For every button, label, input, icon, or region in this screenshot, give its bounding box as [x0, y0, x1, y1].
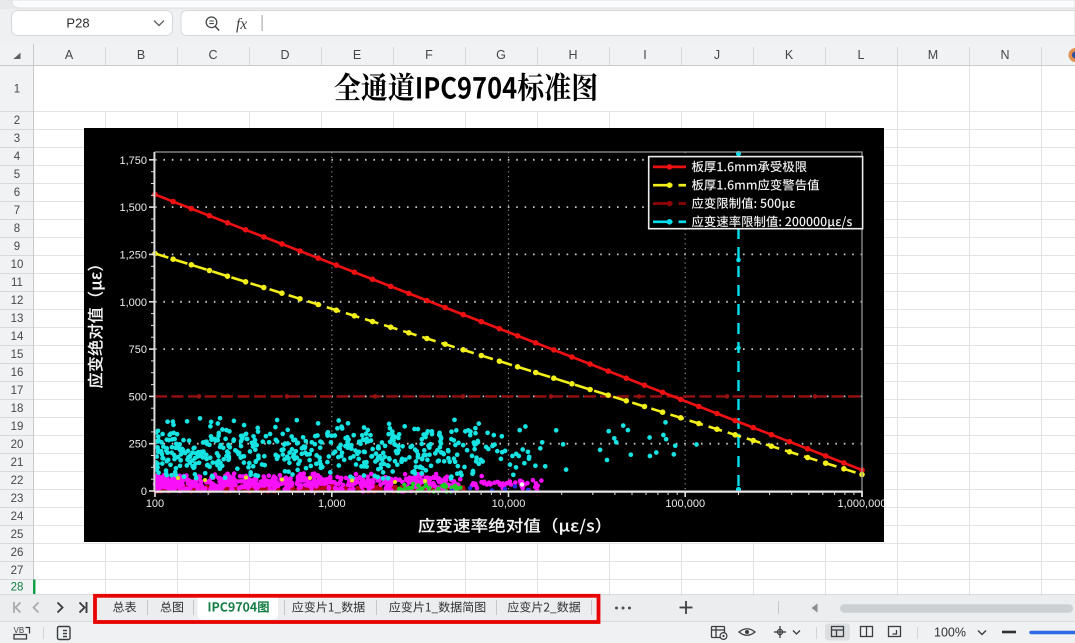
svg-text:19: 19	[11, 421, 24, 433]
svg-text:27: 27	[11, 565, 24, 577]
svg-text:250: 250	[129, 439, 147, 451]
svg-text:14: 14	[11, 331, 24, 343]
svg-text:B: B	[137, 48, 145, 62]
svg-text:1,250: 1,250	[119, 249, 147, 261]
svg-text:0: 0	[141, 486, 147, 498]
svg-text:8: 8	[14, 223, 20, 235]
svg-text:20: 20	[11, 439, 24, 451]
svg-text:22: 22	[11, 475, 24, 487]
svg-text:E: E	[353, 48, 361, 62]
svg-text:H: H	[568, 48, 577, 62]
svg-text:7: 7	[14, 205, 20, 217]
svg-text:1,000,000: 1,000,000	[838, 498, 887, 510]
svg-text:25: 25	[11, 529, 24, 541]
svg-text:1,000: 1,000	[318, 498, 346, 510]
svg-text:A: A	[65, 48, 74, 62]
svg-text:M: M	[928, 48, 938, 62]
svg-text:L: L	[858, 48, 865, 62]
svg-text:5: 5	[14, 169, 20, 181]
svg-text:750: 750	[129, 344, 147, 356]
svg-text:I: I	[643, 48, 646, 62]
svg-text:24: 24	[11, 511, 24, 523]
svg-text:4: 4	[14, 151, 21, 163]
svg-text:23: 23	[11, 493, 24, 505]
svg-text:100%: 100%	[934, 626, 966, 640]
svg-text:16: 16	[11, 367, 24, 379]
svg-text:G: G	[496, 48, 506, 62]
svg-text:C: C	[208, 48, 217, 62]
svg-text:100: 100	[146, 498, 164, 510]
svg-text:26: 26	[11, 547, 24, 559]
svg-text:13: 13	[11, 313, 24, 325]
svg-text:500: 500	[129, 391, 147, 403]
svg-text:1,000: 1,000	[119, 297, 147, 309]
svg-text:3: 3	[14, 133, 20, 145]
svg-text:P28: P28	[66, 16, 89, 31]
svg-text:1,500: 1,500	[119, 202, 147, 214]
svg-text:21: 21	[11, 457, 24, 469]
svg-text:15: 15	[11, 349, 24, 361]
svg-text:fx: fx	[236, 16, 247, 33]
svg-text:18: 18	[11, 403, 24, 415]
svg-text:1,750: 1,750	[119, 155, 147, 167]
svg-text:11: 11	[11, 277, 23, 289]
svg-text:J: J	[714, 48, 720, 62]
svg-text:N: N	[1000, 48, 1009, 62]
svg-text:28: 28	[11, 582, 24, 594]
svg-text:6: 6	[14, 187, 20, 199]
svg-text:2: 2	[14, 115, 20, 127]
svg-text:10,000: 10,000	[492, 498, 526, 510]
svg-text:D: D	[280, 48, 289, 62]
svg-text:12: 12	[11, 295, 24, 307]
svg-text:17: 17	[11, 385, 24, 397]
svg-text:K: K	[785, 48, 794, 62]
svg-text:1: 1	[14, 84, 20, 96]
svg-text:9: 9	[14, 241, 20, 253]
svg-text:VB: VB	[14, 626, 25, 635]
svg-text:100,000: 100,000	[665, 498, 705, 510]
svg-text:10: 10	[11, 259, 24, 271]
svg-text:F: F	[425, 48, 433, 62]
